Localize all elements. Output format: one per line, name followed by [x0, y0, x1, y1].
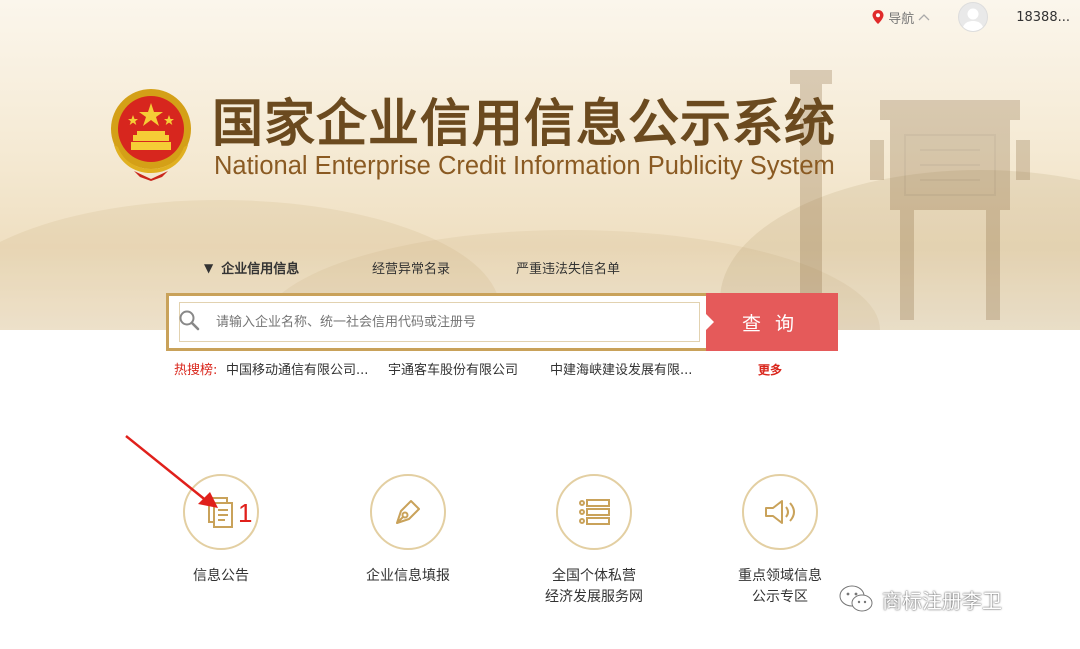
service-label: 企业信息填报	[308, 566, 508, 587]
service-private-economy-network[interactable]: 全国个体私营 经济发展服务网	[494, 474, 694, 608]
hot-search-row: 热搜榜: 中国移动通信有限公司... 宇通客车股份有限公司 中建海峡建设发展有限…	[174, 359, 782, 378]
search-input[interactable]	[179, 302, 700, 342]
caret-down-icon: ▼	[204, 260, 214, 275]
location-pin-icon	[872, 10, 884, 24]
chevron-up-icon	[918, 14, 930, 21]
tab-label: 企业信用信息	[221, 262, 300, 277]
search-box: 查询	[166, 293, 838, 351]
list-icon	[579, 499, 610, 525]
service-label: 信息公告	[121, 566, 321, 587]
site-title-en: National Enterprise Credit Information P…	[214, 152, 835, 180]
search-field-wrapper	[166, 293, 706, 351]
service-label: 全国个体私营 经济发展服务网	[494, 566, 694, 608]
hot-search-item[interactable]: 宇通客车股份有限公司	[388, 359, 550, 378]
nav-label: 导航	[888, 11, 915, 27]
service-enterprise-info-filing[interactable]: 企业信息填报	[308, 474, 508, 587]
nav-menu-link[interactable]: 导航	[872, 8, 930, 27]
search-icon	[179, 310, 200, 331]
hot-search-item[interactable]: 中建海峡建设发展有限...	[550, 359, 692, 378]
site-title-cn: 国家企业信用信息公示系统	[212, 95, 837, 154]
service-icon-circle	[370, 474, 446, 550]
tab-label: 经营异常名录	[372, 262, 451, 277]
watermark: 商标注册李卫	[838, 584, 1002, 614]
search-category-tabs: ▼ 企业信用信息 经营异常名录 严重违法失信名单	[204, 258, 620, 278]
tab-enterprise-credit[interactable]: ▼ 企业信用信息	[204, 258, 372, 278]
pen-icon	[396, 500, 420, 524]
hot-search-label: 热搜榜:	[174, 363, 218, 378]
tab-abnormal-operation-list[interactable]: 经营异常名录	[372, 258, 516, 277]
tab-serious-violation-list[interactable]: 严重违法失信名单	[516, 258, 620, 277]
annotation-arrow-icon	[125, 435, 218, 508]
watermark-text: 商标注册李卫	[882, 588, 1002, 613]
service-label-line: 企业信息填报	[366, 568, 450, 584]
service-icon-circle	[556, 474, 632, 550]
service-label-line: 全国个体私营	[552, 568, 636, 584]
hot-search-item[interactable]: 中国移动通信有限公司...	[226, 359, 388, 378]
user-silhouette-icon	[962, 8, 985, 31]
avatar[interactable]	[958, 2, 989, 32]
search-button[interactable]: 查询	[706, 293, 838, 351]
service-icon-circle	[742, 474, 818, 550]
user-name[interactable]: 18388...	[1016, 10, 1070, 25]
more-hot-search-link[interactable]: 更多	[758, 361, 782, 378]
speaker-icon	[765, 500, 795, 524]
wechat-icon	[839, 585, 873, 612]
national-emblem-icon	[111, 89, 191, 181]
annotation-number: 1	[238, 498, 253, 528]
top-bar: 导航 18388...	[872, 2, 1070, 32]
service-label-line: 经济发展服务网	[545, 589, 643, 605]
tab-label: 严重违法失信名单	[516, 262, 621, 277]
service-label-line: 信息公告	[193, 568, 249, 584]
